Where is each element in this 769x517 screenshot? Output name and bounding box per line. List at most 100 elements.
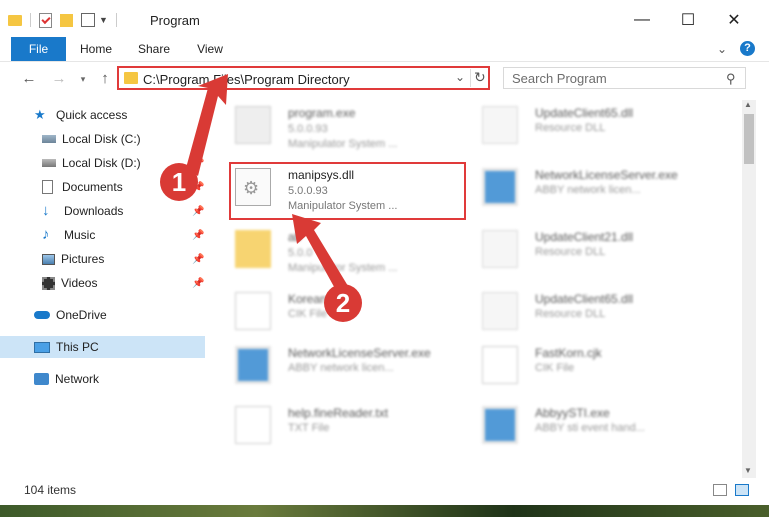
- file-name: FastKorn.cjk: [535, 346, 602, 360]
- tab-file[interactable]: File: [11, 37, 66, 61]
- recent-locations-icon[interactable]: ▾: [72, 69, 94, 89]
- nav-item-label: Local Disk (D:): [62, 156, 141, 170]
- file-description: ABBY network licen...: [535, 184, 641, 196]
- scrollbar-thumb[interactable]: [744, 114, 754, 164]
- ribbon-expand-icon[interactable]: ⌄: [714, 37, 730, 61]
- file-description: CIK File: [535, 362, 575, 374]
- file-item[interactable]: ab 5.0.0 Manipulator System ...: [230, 224, 460, 274]
- tab-view[interactable]: View: [188, 37, 232, 61]
- item-count: 104 items: [24, 483, 77, 497]
- file-item[interactable]: UpdateClient21.dll Resource DLL: [477, 224, 707, 274]
- details-view-icon[interactable]: [713, 484, 727, 496]
- status-bar: 104 items: [0, 478, 769, 505]
- pictures-icon: [42, 253, 55, 265]
- separator: [115, 13, 117, 27]
- properties-icon[interactable]: [39, 12, 52, 28]
- file-description: CIK File: [288, 308, 328, 320]
- up-arrow-icon[interactable]: ↑: [94, 69, 116, 89]
- file-item[interactable]: AbbyySTI.exe ABBY sti event hand...: [477, 400, 707, 450]
- nav-item-label: OneDrive: [56, 308, 107, 322]
- file-item[interactable]: UpdateClient65.dll Resource DLL: [477, 100, 707, 150]
- file-description: Manipulator System ...: [288, 262, 398, 274]
- pin-icon[interactable]: 📌: [192, 158, 204, 169]
- download-icon: ↓: [42, 202, 50, 219]
- nav-item-network[interactable]: Network: [0, 368, 205, 390]
- chevron-down-icon[interactable]: ⌄: [455, 70, 465, 84]
- tab-share[interactable]: Share: [132, 37, 176, 61]
- help-icon[interactable]: ?: [740, 41, 755, 56]
- pin-icon[interactable]: 📌: [192, 278, 204, 289]
- file-item[interactable]: program.exe 5.0.0.93 Manipulator System …: [230, 100, 460, 150]
- close-button[interactable]: ✕: [711, 6, 757, 34]
- separator: [30, 13, 31, 27]
- file-description: Resource DLL: [535, 122, 606, 134]
- file-version: 5.0.0: [288, 247, 313, 259]
- file-description: Resource DLL: [535, 246, 606, 258]
- scroll-up-icon[interactable]: ▲: [744, 100, 752, 109]
- nav-item-local-disk-c[interactable]: Local Disk (C:): [0, 128, 205, 150]
- drive-icon: [42, 135, 56, 143]
- address-bar[interactable]: C:\Program Files\Program Directory ⌄ ↻: [117, 66, 490, 90]
- scroll-down-icon[interactable]: ▼: [744, 466, 752, 475]
- folder-icon: [124, 72, 138, 84]
- nav-item-label: This PC: [56, 340, 99, 354]
- file-icon: [482, 346, 518, 384]
- address-path[interactable]: C:\Program Files\Program Directory: [143, 72, 350, 87]
- nav-item-this-pc[interactable]: This PC: [0, 336, 205, 358]
- large-icons-view-icon[interactable]: [735, 484, 749, 496]
- file-item[interactable]: UpdateClient65.dll Resource DLL: [477, 286, 707, 336]
- nav-item-label: Quick access: [56, 108, 128, 122]
- pin-icon[interactable]: 📌: [192, 230, 204, 241]
- nav-item-label: Pictures: [61, 252, 105, 266]
- search-box[interactable]: Search Program ⚲: [503, 67, 746, 89]
- nav-item-downloads[interactable]: ↓ Downloads 📌: [0, 200, 205, 222]
- nav-item-label: Network: [55, 372, 100, 386]
- pin-icon[interactable]: 📌: [192, 254, 204, 265]
- window-title: Program: [150, 13, 200, 28]
- pin-icon[interactable]: 📌: [192, 206, 204, 217]
- text-file-icon: [235, 406, 271, 444]
- drive-icon: [42, 159, 56, 167]
- step-2-badge: 2: [324, 284, 362, 322]
- file-item[interactable]: NetworkLicenseServer.exe ABBY network li…: [477, 162, 707, 212]
- minimize-button[interactable]: —: [619, 6, 665, 34]
- file-name: UpdateClient21.dll: [535, 230, 634, 244]
- file-version: 5.0.0.93: [288, 123, 328, 135]
- file-name: Korean: [288, 292, 327, 306]
- nav-item-videos[interactable]: Videos 📌: [0, 272, 205, 294]
- maximize-button[interactable]: ☐: [665, 6, 711, 34]
- desktop-background: [0, 505, 769, 517]
- nav-item-music[interactable]: ♪ Music 📌: [0, 224, 205, 246]
- back-arrow-icon[interactable]: ←: [18, 69, 40, 89]
- nav-item-onedrive[interactable]: OneDrive: [0, 304, 205, 326]
- file-item[interactable]: FastKorn.cjk CIK File: [477, 340, 707, 390]
- nav-item-quick-access[interactable]: ★ Quick access: [0, 104, 205, 126]
- dll-file-icon: [482, 230, 518, 268]
- quick-access-toolbar: ▼: [8, 10, 117, 30]
- new-folder-icon[interactable]: [60, 13, 73, 27]
- explorer-window: ▼ Program — ☐ ✕ File Home Share View ⌄ ?…: [0, 0, 769, 505]
- nav-item-pictures[interactable]: Pictures 📌: [0, 248, 205, 270]
- file-name: ab: [288, 230, 302, 244]
- exe-file-icon: [482, 168, 518, 206]
- forward-arrow-icon[interactable]: →: [48, 69, 70, 89]
- search-input[interactable]: Search Program: [512, 71, 607, 86]
- step-1-badge: 1: [160, 163, 198, 201]
- file-icon: [235, 292, 271, 330]
- chevron-down-icon[interactable]: ▼: [99, 15, 108, 25]
- dll-file-icon: [482, 106, 518, 144]
- exe-file-icon: [482, 406, 518, 444]
- file-item[interactable]: NetworkLicenseServer.exe ABBY network li…: [230, 340, 460, 390]
- vertical-scrollbar[interactable]: ▲ ▼: [742, 100, 756, 478]
- exe-file-icon: [235, 106, 271, 144]
- file-description: ABBY sti event hand...: [535, 422, 645, 434]
- network-icon: [34, 373, 49, 385]
- view-options-icon[interactable]: [81, 13, 95, 27]
- music-icon: ♪: [42, 226, 50, 243]
- file-item[interactable]: help.fineReader.txt TXT File: [230, 400, 460, 450]
- tab-home[interactable]: Home: [74, 37, 118, 61]
- videos-icon: [42, 276, 55, 290]
- refresh-icon[interactable]: ↻: [474, 69, 486, 86]
- nav-item-label: Downloads: [64, 204, 124, 218]
- exe-file-icon: [235, 346, 271, 384]
